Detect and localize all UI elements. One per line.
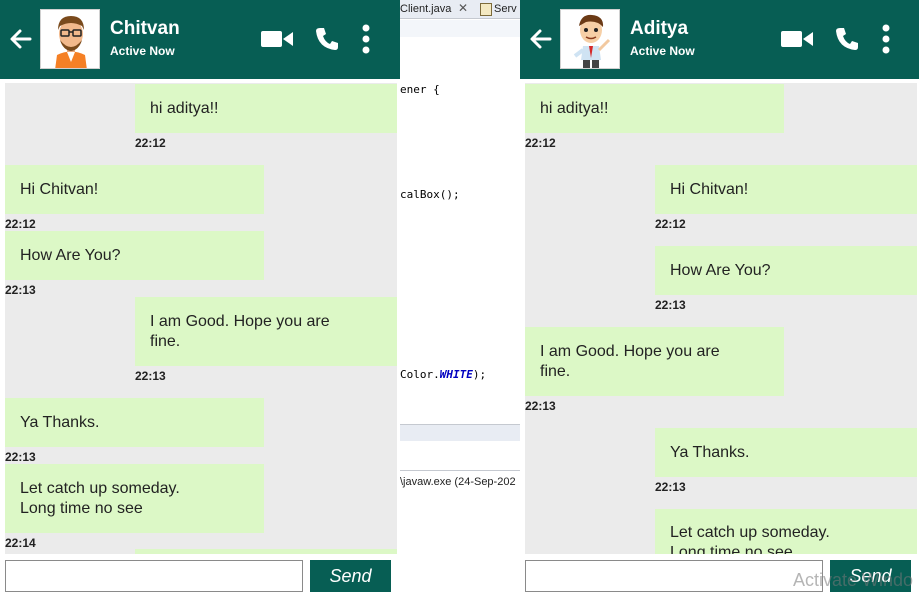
console-header bbox=[400, 441, 520, 471]
avatar[interactable] bbox=[560, 9, 620, 69]
code-line: ener { bbox=[400, 83, 440, 96]
message-input[interactable] bbox=[525, 560, 823, 592]
send-button[interactable]: Send bbox=[310, 560, 391, 592]
message-time: 22:14 bbox=[5, 536, 36, 550]
editor-ruler bbox=[400, 20, 520, 37]
message-time: 22:12 bbox=[5, 217, 36, 231]
code-line: Color.WHITE); bbox=[400, 368, 486, 381]
close-icon[interactable]: ✕ bbox=[458, 1, 468, 15]
message-bubble: Let catch up someday. Long time no see bbox=[655, 509, 917, 554]
message-time: 22:13 bbox=[5, 450, 36, 464]
message-bubble: Ya Thanks. bbox=[5, 398, 264, 447]
avatar-illustration bbox=[41, 10, 99, 68]
activate-windows-watermark: Activate Windo bbox=[793, 570, 914, 590]
contact-name: Aditya bbox=[630, 18, 689, 39]
message-bubble: Ya Thanks. bbox=[655, 428, 917, 477]
phone-icon[interactable] bbox=[314, 26, 340, 52]
phone-icon[interactable] bbox=[834, 26, 860, 52]
chat-header: Aditya Active Now bbox=[520, 0, 919, 79]
message-time: 22:13 bbox=[655, 298, 686, 312]
message-input[interactable] bbox=[5, 560, 303, 592]
message-time: 22:13 bbox=[135, 369, 166, 383]
message-bubble: Let catch up someday. Long time no see bbox=[5, 464, 264, 533]
contact-status: Active Now bbox=[630, 44, 695, 58]
ide-background: Client.java ✕ Serv ener { calBox(); Colo… bbox=[400, 0, 520, 600]
video-call-icon[interactable] bbox=[781, 29, 813, 49]
console-toolbar bbox=[400, 424, 520, 441]
message-list[interactable]: hi aditya!! 22:12 Hi Chitvan! 22:12 How … bbox=[5, 83, 397, 554]
tab-client-java[interactable]: Client.java bbox=[400, 0, 451, 19]
contact-status: Active Now bbox=[110, 44, 175, 58]
chat-window-chitvan: Chitvan Active Now hi aditya!! 22:12 Hi … bbox=[0, 0, 400, 600]
back-arrow-icon[interactable] bbox=[528, 26, 554, 52]
message-bubble: I am Good. Hope you are fine. bbox=[525, 327, 784, 396]
message-time: 22:12 bbox=[655, 217, 686, 231]
message-time: 22:13 bbox=[655, 480, 686, 494]
chat-window-aditya: Aditya Active Now hi aditya!! 22:12 Hi C… bbox=[520, 0, 919, 600]
message-time: 22:13 bbox=[525, 399, 556, 413]
message-bubble: How Are You? bbox=[5, 231, 264, 280]
chat-header: Chitvan Active Now bbox=[0, 0, 400, 79]
tab-server-java[interactable]: Serv bbox=[480, 0, 517, 19]
back-arrow-icon[interactable] bbox=[8, 26, 34, 52]
message-bubble: Hi Chitvan! bbox=[655, 165, 917, 214]
message-list[interactable]: hi aditya!! 22:12 Hi Chitvan! 22:12 How … bbox=[525, 83, 917, 554]
message-bubble-partial bbox=[135, 549, 397, 554]
console-output: \javaw.exe (24-Sep-202 bbox=[400, 476, 516, 488]
avatar[interactable] bbox=[40, 9, 100, 69]
message-bubble: Hi Chitvan! bbox=[5, 165, 264, 214]
message-time: 22:12 bbox=[135, 136, 166, 150]
editor-tab-bar: Client.java ✕ Serv bbox=[400, 0, 520, 19]
code-text: ); bbox=[472, 368, 487, 381]
code-keyword: WHITE bbox=[439, 368, 473, 381]
more-options-icon[interactable] bbox=[880, 24, 892, 54]
message-bubble: hi aditya!! bbox=[525, 84, 784, 133]
message-time: 22:13 bbox=[5, 283, 36, 297]
contact-name: Chitvan bbox=[110, 18, 180, 39]
video-call-icon[interactable] bbox=[261, 29, 293, 49]
avatar-illustration bbox=[561, 10, 619, 68]
message-bubble: hi aditya!! bbox=[135, 84, 397, 133]
message-bubble: I am Good. Hope you are fine. bbox=[135, 297, 397, 366]
code-text: Color. bbox=[400, 368, 440, 381]
message-bubble: How Are You? bbox=[655, 246, 917, 295]
more-options-icon[interactable] bbox=[360, 24, 372, 54]
code-line: calBox(); bbox=[400, 188, 460, 201]
message-time: 22:12 bbox=[525, 136, 556, 150]
